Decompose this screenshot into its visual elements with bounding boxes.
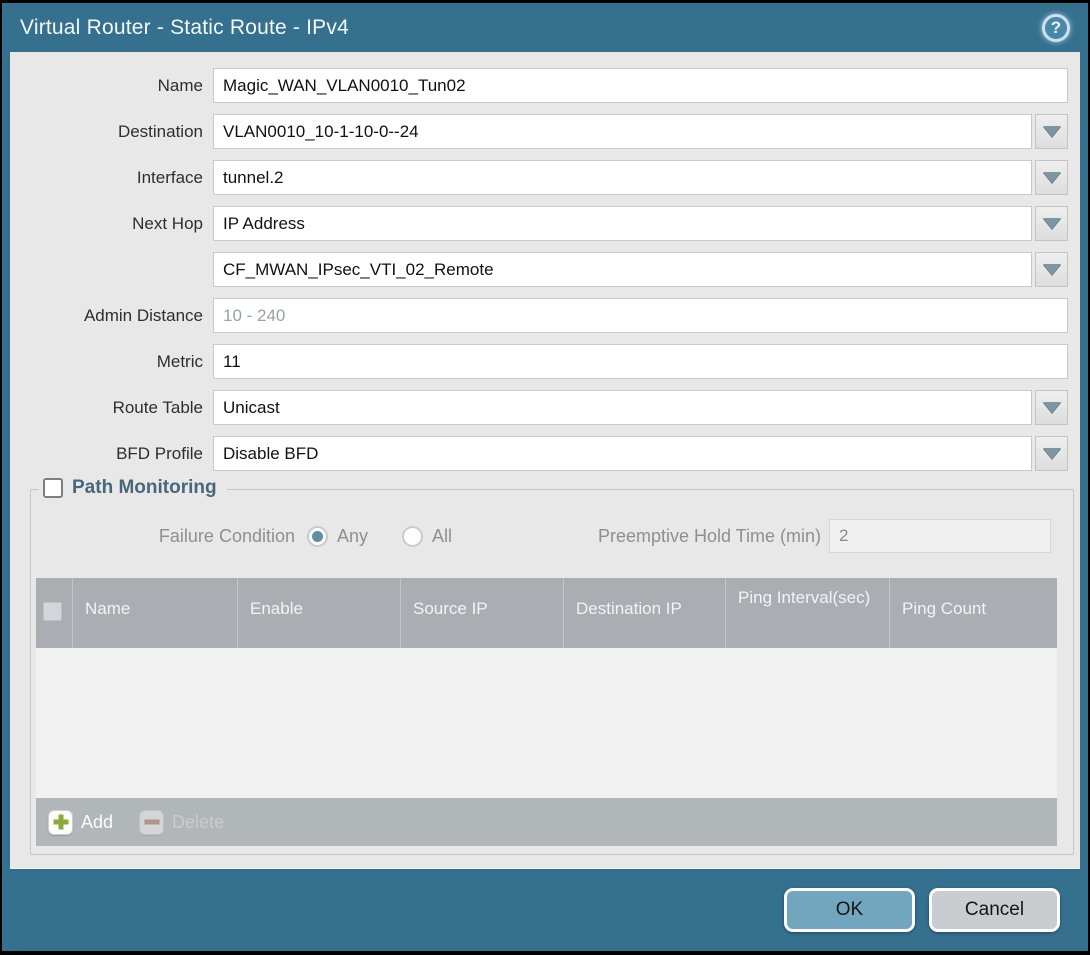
help-icon[interactable]: ?	[1042, 14, 1070, 42]
dialog-titlebar: Virtual Router - Static Route - IPv4 ?	[2, 3, 1088, 52]
add-button[interactable]: Add	[48, 810, 113, 835]
admin-distance-label: Admin Distance	[10, 306, 213, 326]
next-hop-type-dropdown-button[interactable]	[1035, 206, 1068, 241]
chevron-down-icon	[1043, 218, 1061, 229]
route-table-input[interactable]	[213, 390, 1032, 425]
destination-row: Destination	[10, 114, 1068, 149]
path-monitoring-table: Name Enable Source IP Destination IP Pin…	[36, 578, 1057, 846]
name-row: Name	[10, 68, 1068, 103]
metric-label: Metric	[10, 352, 213, 372]
dialog-body: Name Destination Interface	[10, 52, 1080, 869]
metric-input[interactable]	[213, 344, 1068, 379]
route-table-label: Route Table	[10, 398, 213, 418]
admin-distance-input[interactable]	[213, 298, 1068, 333]
chevron-down-icon	[1043, 448, 1061, 459]
name-input[interactable]	[213, 68, 1068, 103]
interface-row: Interface	[10, 160, 1068, 195]
path-monitoring-section: Path Monitoring Failure Condition Any Al…	[30, 489, 1074, 855]
bfd-profile-dropdown-button[interactable]	[1035, 436, 1068, 471]
destination-dropdown-button[interactable]	[1035, 114, 1068, 149]
metric-row: Metric	[10, 344, 1068, 379]
add-button-label: Add	[81, 812, 113, 833]
column-header-ping-count: Ping Count	[890, 578, 1057, 648]
column-header-destination-ip: Destination IP	[564, 578, 726, 648]
next-hop-label: Next Hop	[10, 214, 213, 234]
column-header-name: Name	[73, 578, 238, 648]
bfd-profile-label: BFD Profile	[10, 444, 213, 464]
minus-icon	[139, 810, 164, 835]
dialog-title: Virtual Router - Static Route - IPv4	[20, 16, 349, 40]
table-toolbar: Add Delete	[36, 798, 1057, 846]
failure-condition-label: Failure Condition	[35, 526, 307, 547]
bfd-profile-row: BFD Profile	[10, 436, 1068, 471]
next-hop-address-row	[10, 252, 1068, 287]
column-header-source-ip: Source IP	[401, 578, 564, 648]
next-hop-address-dropdown-button[interactable]	[1035, 252, 1068, 287]
admin-distance-row: Admin Distance	[10, 298, 1068, 333]
path-monitoring-title: Path Monitoring	[72, 477, 217, 499]
select-all-cell	[36, 578, 73, 648]
route-table-row: Route Table	[10, 390, 1068, 425]
help-glyph: ?	[1051, 18, 1061, 38]
interface-label: Interface	[10, 168, 213, 188]
ok-button[interactable]: OK	[784, 888, 915, 932]
route-table-dropdown-button[interactable]	[1035, 390, 1068, 425]
next-hop-row: Next Hop	[10, 206, 1068, 241]
preemptive-hold-time-label: Preemptive Hold Time (min)	[598, 526, 829, 547]
column-header-enable: Enable	[238, 578, 401, 648]
any-radio-label: Any	[337, 526, 368, 547]
chevron-down-icon	[1043, 172, 1061, 183]
name-label: Name	[10, 76, 213, 96]
chevron-down-icon	[1043, 126, 1061, 137]
chevron-down-icon	[1043, 402, 1061, 413]
delete-button-label: Delete	[172, 812, 224, 833]
delete-button[interactable]: Delete	[139, 810, 224, 835]
bfd-profile-input[interactable]	[213, 436, 1032, 471]
table-body-empty	[36, 648, 1057, 798]
failure-condition-any: Any	[307, 526, 368, 547]
dialog-footer: OK Cancel	[2, 869, 1088, 951]
plus-icon	[48, 810, 73, 835]
any-radio[interactable]	[307, 526, 328, 547]
destination-label: Destination	[10, 122, 213, 142]
failure-condition-all: All	[402, 526, 452, 547]
table-header-row: Name Enable Source IP Destination IP Pin…	[36, 578, 1057, 648]
next-hop-type-input[interactable]	[213, 206, 1032, 241]
preemptive-hold-time-input[interactable]	[829, 519, 1051, 553]
interface-input[interactable]	[213, 160, 1032, 195]
destination-input[interactable]	[213, 114, 1032, 149]
static-route-dialog: Virtual Router - Static Route - IPv4 ? N…	[2, 3, 1088, 951]
interface-dropdown-button[interactable]	[1035, 160, 1068, 195]
select-all-checkbox[interactable]	[43, 602, 62, 621]
next-hop-address-input[interactable]	[213, 252, 1032, 287]
all-radio[interactable]	[402, 526, 423, 547]
path-monitoring-legend: Path Monitoring	[39, 477, 227, 499]
path-monitoring-checkbox[interactable]	[43, 478, 63, 498]
cancel-button[interactable]: Cancel	[929, 888, 1060, 932]
chevron-down-icon	[1043, 264, 1061, 275]
failure-condition-row: Failure Condition Any All Preemptive Hol…	[35, 518, 1059, 554]
column-header-ping-interval: Ping Interval(sec)	[726, 578, 890, 648]
all-radio-label: All	[432, 526, 452, 547]
